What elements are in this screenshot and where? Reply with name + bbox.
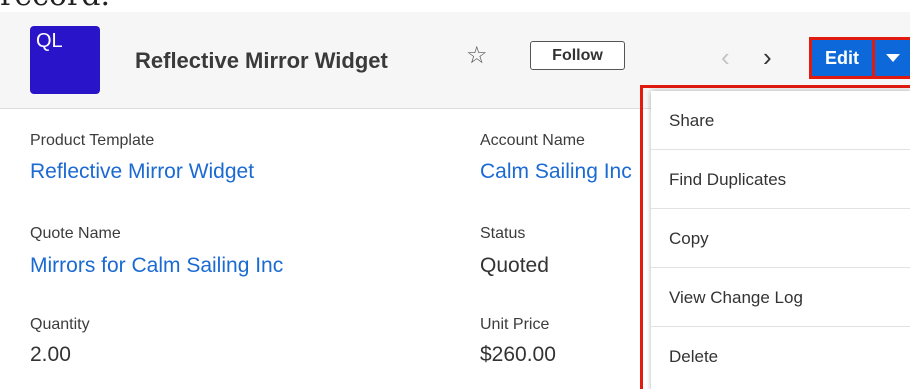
unit-price-label: Unit Price: [480, 316, 550, 333]
menu-item-label: View Change Log: [669, 288, 803, 307]
page-title: Reflective Mirror Widget: [135, 48, 388, 73]
product-template-link[interactable]: Reflective Mirror Widget: [30, 160, 254, 184]
menu-item-share[interactable]: Share: [651, 91, 910, 150]
product-template-label: Product Template: [30, 132, 155, 149]
follow-button[interactable]: Follow: [530, 41, 625, 70]
quote-name-link[interactable]: Mirrors for Calm Sailing Inc: [30, 254, 283, 278]
menu-item-delete[interactable]: Delete: [651, 327, 910, 386]
actions-menu: Share Find Duplicates Copy View Change L…: [640, 85, 910, 389]
actions-dropdown-button[interactable]: [872, 37, 910, 79]
caret-down-icon: [885, 54, 900, 62]
star-outline-icon[interactable]: ☆: [466, 42, 488, 70]
chevron-right-icon[interactable]: ›: [763, 44, 772, 70]
quote-name-label: Quote Name: [30, 225, 121, 242]
menu-item-find-duplicates[interactable]: Find Duplicates: [651, 150, 910, 209]
unit-price-value: $260.00: [480, 343, 556, 366]
status-value: Quoted: [480, 254, 549, 277]
menu-item-label: Share: [669, 111, 715, 130]
status-label: Status: [480, 225, 526, 242]
account-name-label: Account Name: [480, 132, 585, 149]
quantity-value: 2.00: [30, 343, 71, 366]
menu-item-label: Find Duplicates: [669, 170, 787, 189]
menu-item-view-change-log[interactable]: View Change Log: [651, 268, 910, 327]
menu-item-label: Copy: [669, 229, 709, 248]
chevron-left-icon[interactable]: ‹: [721, 44, 730, 70]
menu-item-label: Delete: [669, 347, 719, 366]
edit-button[interactable]: Edit: [809, 37, 875, 79]
account-name-link[interactable]: Calm Sailing Inc: [480, 160, 632, 184]
quantity-label: Quantity: [30, 316, 90, 333]
actions-menu-panel: Share Find Duplicates Copy View Change L…: [651, 91, 910, 389]
avatar: QL: [30, 26, 100, 94]
menu-item-copy[interactable]: Copy: [651, 209, 910, 268]
page: record. QL Reflective Mirror Widget ☆ Fo…: [0, 0, 910, 389]
